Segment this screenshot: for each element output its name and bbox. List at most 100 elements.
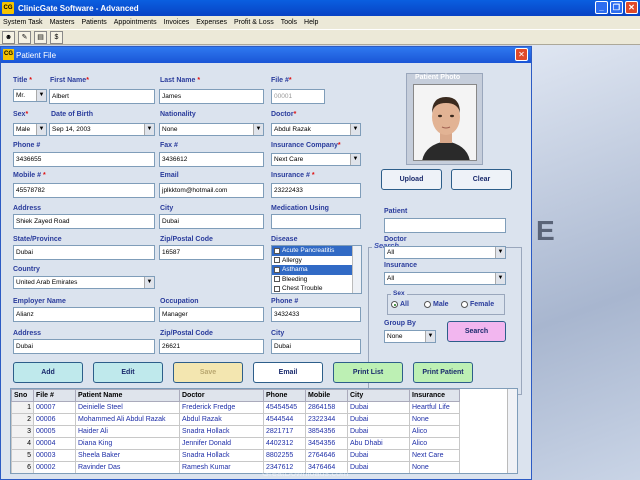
add-button[interactable]: Add [13,362,83,383]
edit-toolbar-icon[interactable]: ✎ [18,30,31,44]
table-cell[interactable]: Abu Dhabi [347,437,410,450]
table-cell[interactable]: 2322344 [305,413,348,426]
minimize-icon[interactable]: _ [595,1,608,14]
header-phone[interactable]: Phone [263,389,306,402]
header-insurance[interactable]: Insurance [409,389,460,402]
email-field[interactable]: jplkktom@hotmail.com [159,183,264,198]
disease-item[interactable]: Chest Trouble [272,284,361,293]
disease-item[interactable]: Allergy [272,256,361,266]
restore-icon[interactable]: ❐ [610,1,623,14]
mobile-field[interactable]: 45578782 [13,183,155,198]
checkbox-icon[interactable] [274,247,280,254]
sex-male-radio[interactable]: Male [424,301,449,308]
table-cell[interactable]: Abdul Razak [179,413,264,426]
table-cell[interactable]: Frederick Fredge [179,401,264,414]
sex-all-radio[interactable]: All [391,301,409,308]
table-row[interactable]: 1 00007 Deinielle Steel Frederick Fredge 454… [11,401,460,414]
dob-picker[interactable]: Sep 14, 2003 ▼ [49,123,155,136]
table-cell[interactable]: Dubai [347,449,410,462]
table-cell[interactable]: 45454545 [263,401,306,414]
table-cell[interactable]: 00002 [33,461,76,473]
table-cell[interactable]: 4 [11,437,34,450]
menu-expenses[interactable]: Expenses [196,19,227,26]
checkbox-icon[interactable] [274,276,280,283]
menu-tools[interactable]: Tools [281,19,297,26]
menu-help[interactable]: Help [304,19,318,26]
emp-address-field[interactable]: Dubai [13,339,155,354]
table-cell[interactable]: 6 [11,461,34,473]
disease-item[interactable]: Acute Pancreatitis [272,246,361,256]
table-row[interactable]: 2 00006 Mohammed Ali Abdul Razak Abdul Raza… [11,413,460,426]
table-cell[interactable]: 00007 [33,401,76,414]
document-toolbar-icon[interactable]: ▤ [34,30,47,44]
table-cell[interactable]: 2864158 [305,401,348,414]
menu-system-task[interactable]: System Task [3,19,43,26]
disease-list[interactable]: Acute Pancreatitis Allergy Asthama Bleed… [271,245,362,294]
search-patient-field[interactable] [384,218,506,233]
table-cell[interactable]: Next Care [409,449,460,462]
header-patient-name[interactable]: Patient Name [75,389,180,402]
print-patient-button[interactable]: Print Patient [413,362,473,383]
table-cell[interactable]: Snadra Hollack [179,425,264,438]
menu-masters[interactable]: Masters [50,19,75,26]
occupation-field[interactable]: Manager [159,307,264,322]
table-cell[interactable]: 8802255 [263,449,306,462]
sex-select[interactable]: Male ▼ [13,123,47,136]
menu-patients[interactable]: Patients [81,19,106,26]
table-cell[interactable]: 2764646 [305,449,348,462]
address-field[interactable]: Shiek Zayed Road [13,214,155,229]
table-row[interactable]: 3 00005 Haider Ali Snadra Hollack 2821717 385… [11,425,460,438]
insurance-company-select[interactable]: Next Care ▼ [271,153,361,166]
table-cell[interactable]: Dubai [347,401,410,414]
table-cell[interactable]: None [409,413,460,426]
table-cell[interactable]: Ramesh Kumar [179,461,264,473]
table-cell[interactable]: Dubai [347,461,410,473]
table-row[interactable]: 5 00003 Sheela Baker Snadra Hollack 8802255 2… [11,449,460,462]
table-cell[interactable]: 3854356 [305,425,348,438]
radio-icon[interactable] [461,301,468,308]
invoice-toolbar-icon[interactable]: $ [50,30,63,44]
table-row[interactable]: 4 00004 Diana King Jennifer Donald 4402312 34… [11,437,460,450]
nationality-select[interactable]: None ▼ [159,123,264,136]
search-button[interactable]: Search [447,321,506,342]
dialog-close-icon[interactable]: ✕ [515,48,528,61]
table-cell[interactable]: Snadra Hollack [179,449,264,462]
doctor-select[interactable]: Abdul Razak ▼ [271,123,361,136]
table-cell[interactable]: 5 [11,449,34,462]
table-cell[interactable]: Ravinder Das [75,461,180,473]
menu-invoices[interactable]: Invoices [164,19,190,26]
table-cell[interactable]: Diana King [75,437,180,450]
clear-photo-button[interactable]: Clear [451,169,512,190]
table-cell[interactable]: 00005 [33,425,76,438]
city-field[interactable]: Dubai [159,214,264,229]
emp-city-field[interactable]: Dubai [271,339,361,354]
table-cell[interactable]: Sheela Baker [75,449,180,462]
table-row[interactable]: 6 00002 Ravinder Das Ramesh Kumar 2347612 347… [11,461,460,473]
disease-scrollbar[interactable] [352,246,361,293]
header-file-no[interactable]: File # [33,389,76,402]
first-name-field[interactable]: Albert [49,89,155,104]
table-cell[interactable]: Deinielle Steel [75,401,180,414]
table-cell[interactable]: Alico [409,437,460,450]
medication-field[interactable] [271,214,361,229]
table-cell[interactable]: 2 [11,413,34,426]
table-cell[interactable]: Alico [409,425,460,438]
print-list-button[interactable]: Print List [333,362,403,383]
title-select[interactable]: Mr. ▼ [13,89,47,102]
table-cell[interactable]: Jennifer Donald [179,437,264,450]
table-cell[interactable]: Heartful Life [409,401,460,414]
last-name-field[interactable]: James [159,89,264,104]
employer-field[interactable]: Alianz [13,307,155,322]
patient-toolbar-icon[interactable]: ☻ [2,30,15,44]
fax-field[interactable]: 3436612 [159,152,264,167]
email-button[interactable]: Email [253,362,323,383]
checkbox-icon[interactable] [274,266,280,273]
table-cell[interactable]: 3 [11,425,34,438]
table-cell[interactable]: 3454356 [305,437,348,450]
radio-selected-icon[interactable] [391,301,398,308]
emp-phone-field[interactable]: 3432433 [271,307,361,322]
close-icon[interactable]: ✕ [625,1,638,14]
disease-item[interactable]: Bleeding [272,275,361,285]
table-cell[interactable]: Dubai [347,425,410,438]
header-city[interactable]: City [347,389,410,402]
